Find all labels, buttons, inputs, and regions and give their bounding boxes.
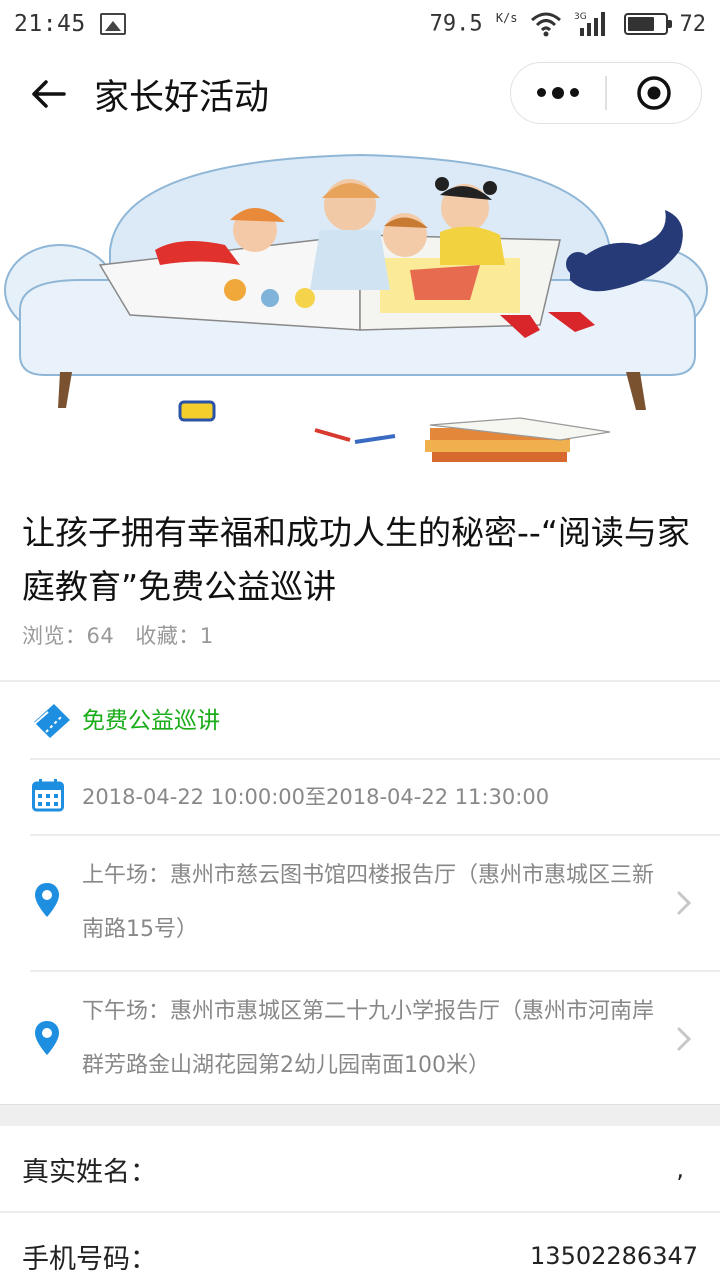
close-button[interactable] — [607, 74, 701, 112]
mini-program-capsule — [510, 62, 702, 124]
location-morning: 上午场：惠州市慈云图书馆四楼报告厅（惠州市惠城区三新南路15号） — [82, 863, 655, 942]
net-speed: 79.5 K/s — [430, 11, 518, 36]
arrow-left-icon — [32, 80, 66, 108]
map-pin-icon — [35, 883, 59, 917]
name-label: 真实姓名： — [22, 1156, 157, 1188]
phone-field-row[interactable]: 手机号码： 13502286347 — [0, 1213, 720, 1280]
nav-bar: 家长好活动 — [0, 48, 720, 140]
hero-illustration — [0, 140, 720, 490]
time-row: 2018-04-22 10:00:00至2018-04-22 11:30:00 — [0, 760, 720, 834]
phone-label: 手机号码： — [22, 1243, 157, 1275]
battery-percent: 72 — [679, 11, 707, 37]
event-title: 让孩子拥有幸福和成功人生的秘密--“阅读与家庭教育”免费公益巡讲 — [22, 513, 690, 606]
status-right: 79.5 K/s 3G 72 — [430, 10, 706, 38]
calendar-icon — [32, 779, 64, 812]
category-label: 免费公益巡讲 — [82, 708, 220, 734]
views-count: 浏览：64 — [22, 624, 115, 648]
net-speed-value: 79.5 — [429, 11, 483, 37]
location-morning-row[interactable]: 上午场：惠州市慈云图书馆四楼报告厅（惠州市惠城区三新南路15号） — [0, 836, 720, 970]
event-header: 让孩子拥有幸福和成功人生的秘密--“阅读与家庭教育”免费公益巡讲 浏览：64 收… — [22, 506, 702, 650]
location-afternoon: 下午场：惠州市惠城区第二十九小学报告厅（惠州市河南岸群芳路金山湖花园第2幼儿园南… — [82, 999, 655, 1078]
chevron-right-icon — [677, 891, 692, 915]
page-title: 家长好活动 — [94, 77, 270, 118]
cell-signal-icon: 3G — [574, 12, 605, 36]
event-time-range: 2018-04-22 10:00:00至2018-04-22 11:30:00 — [82, 785, 550, 809]
target-circle-icon — [637, 76, 671, 110]
back-button[interactable] — [20, 66, 76, 122]
name-value[interactable]: , — [676, 1155, 684, 1183]
status-bar: 21:45 79.5 K/s 3G 72 — [0, 0, 720, 48]
more-dots-icon — [570, 87, 580, 97]
net-speed-unit: K/s — [495, 11, 518, 26]
chevron-right-icon — [677, 1027, 692, 1051]
map-pin-icon — [35, 1021, 59, 1055]
status-time: 21:45 — [14, 11, 86, 37]
name-field-row[interactable]: 真实姓名： , — [0, 1126, 720, 1212]
category-row: 免费公益巡讲 — [0, 682, 720, 758]
family-reading-illustration — [4, 153, 708, 462]
more-button[interactable] — [511, 86, 605, 99]
more-dots-icon — [552, 86, 565, 99]
section-separator — [0, 1104, 720, 1126]
ticket-icon — [31, 704, 70, 738]
location-afternoon-row[interactable]: 下午场：惠州市惠城区第二十九小学报告厅（惠州市河南岸群芳路金山湖花园第2幼儿园南… — [0, 972, 720, 1104]
network-type: 3G — [574, 12, 587, 22]
more-dots-icon — [537, 87, 547, 97]
wifi-icon — [530, 12, 561, 37]
phone-value[interactable]: 13502286347 — [530, 1242, 698, 1270]
gallery-notification-icon — [99, 13, 126, 35]
battery-icon — [623, 13, 672, 35]
favorites-count: 收藏：1 — [135, 624, 214, 648]
event-stats: 浏览：64 收藏：1 — [22, 620, 702, 650]
